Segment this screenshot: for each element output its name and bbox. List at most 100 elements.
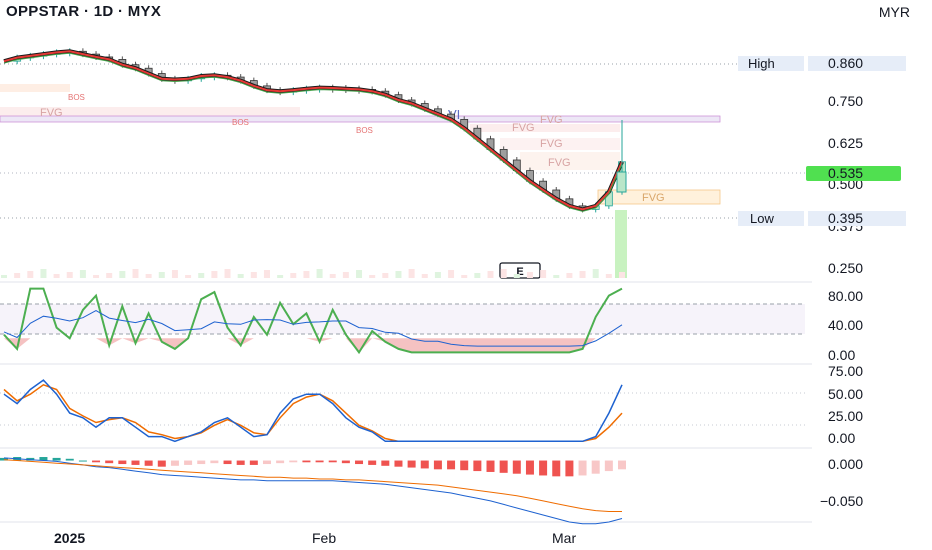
fvg-label: FVG — [40, 107, 63, 119]
volume-bar — [329, 274, 336, 278]
low-label: Low — [750, 211, 774, 226]
volume-bar — [369, 275, 376, 278]
macd-histogram-bar — [236, 460, 245, 465]
volume-bar — [303, 271, 310, 278]
macd-histogram-bar — [170, 460, 179, 466]
bos-label: BOS — [232, 118, 249, 127]
high-label: High — [748, 56, 775, 71]
volume-bar — [93, 275, 100, 278]
macd-histogram-bar — [578, 460, 587, 476]
macd-tick: 0.000 — [828, 456, 863, 472]
macd-histogram-bar — [447, 460, 456, 470]
candle-body — [616, 171, 627, 193]
volume-bar — [316, 269, 323, 278]
volume-bar — [40, 269, 47, 278]
last-price-value: 0.535 — [828, 165, 863, 181]
volume-bar — [619, 272, 625, 278]
volume-bar — [132, 269, 139, 278]
stoch-tick: 25.00 — [828, 408, 863, 424]
x-label-mar: Mar — [552, 530, 576, 546]
volume-bar — [382, 273, 389, 278]
low-value: 0.395 — [828, 210, 863, 226]
volume-bar — [605, 274, 612, 278]
fvg-label: FVG — [548, 157, 571, 169]
volume-bar — [158, 272, 165, 278]
osc-tick: 40.00 — [828, 317, 863, 333]
macd-histogram-bar — [302, 460, 311, 463]
macd-histogram-bar — [92, 460, 101, 463]
stoch-tick: 75.00 — [828, 363, 863, 379]
volume-bar — [487, 271, 494, 278]
volume-bar — [224, 269, 231, 278]
macd-histogram-bar — [118, 460, 127, 465]
fvg-label: FVG — [540, 138, 563, 150]
volume-bar — [513, 274, 520, 278]
bos-label: BOS — [68, 93, 85, 102]
macd-tick: −0.050 — [820, 493, 863, 509]
macd-histogram-bar — [52, 457, 61, 461]
volume-bar — [211, 271, 218, 278]
macd-histogram-bar — [525, 460, 534, 475]
volume-bar — [237, 274, 244, 278]
volume-bar — [526, 272, 533, 278]
volume-bar — [106, 273, 113, 278]
macd-histogram-bar — [486, 460, 495, 472]
volume-bar — [592, 269, 599, 278]
fvg-zone — [0, 84, 70, 92]
volume-bar — [290, 273, 297, 278]
price-tick: 0.625 — [828, 135, 863, 151]
stochastic-axis[interactable]: 75.00 50.00 25.00 0.00 — [828, 363, 863, 446]
volume-bar — [277, 275, 284, 278]
macd-histogram-bar — [184, 460, 193, 465]
macd-histogram-bar — [276, 460, 285, 464]
macd-histogram-bar — [144, 460, 153, 466]
macd-histogram-bar — [315, 460, 324, 463]
stoch-k-line — [3, 379, 623, 443]
volume-bar — [579, 271, 586, 278]
volume-bar — [66, 272, 73, 278]
earnings-volume-bar — [615, 210, 627, 278]
fvg-label: FVG — [540, 114, 563, 126]
volume-bar — [566, 273, 573, 278]
macd-histogram-bar — [539, 460, 548, 476]
oscillator-axis[interactable]: 80.00 40.00 0.00 — [828, 288, 863, 363]
vi-zone — [0, 115, 721, 123]
volume-bar — [421, 274, 428, 278]
x-label-2025: 2025 — [54, 530, 85, 546]
volume-bar — [185, 275, 192, 278]
volume-bar — [14, 273, 21, 278]
macd-histogram-bar — [499, 460, 508, 473]
macd-histogram-bar — [591, 460, 600, 474]
x-label-feb: Feb — [312, 530, 336, 546]
chart-canvas[interactable]: FVG BOS BOS BOS VI FVG FVG FVG FVG FVG E… — [0, 0, 932, 550]
macd-histogram-bar — [262, 460, 271, 465]
price-axis[interactable]: 0.750 0.625 0.500 0.375 0.250 — [828, 93, 863, 276]
volume-bar — [79, 270, 86, 278]
volume-bar — [474, 273, 481, 278]
macd-histogram-bar — [460, 460, 469, 471]
volume-bar — [553, 275, 560, 278]
macd-histogram-bar — [78, 460, 87, 462]
volume-bar — [342, 272, 349, 278]
volume-bar — [1, 275, 7, 278]
macd-histogram-bar — [249, 460, 258, 465]
volume-bar — [27, 271, 34, 278]
bos-label: BOS — [356, 126, 373, 135]
fvg-label: FVG — [642, 192, 665, 204]
macd-histogram-bar — [565, 460, 574, 477]
osc-tick: 0.00 — [828, 347, 855, 363]
volume-bar — [408, 269, 415, 278]
macd-histogram-bar — [618, 460, 626, 470]
volume-bar — [448, 270, 455, 278]
volume-bar — [434, 272, 441, 278]
fvg-label: FVG — [512, 122, 535, 134]
volume-bar — [119, 271, 126, 278]
volume-bar — [500, 269, 507, 278]
macd-histogram-bar — [131, 460, 140, 465]
volume-bar — [250, 272, 257, 278]
volume-bar — [461, 275, 468, 278]
macd-axis[interactable]: 0.000 −0.050 — [820, 456, 863, 509]
macd-histogram-bar — [157, 460, 166, 467]
macd-histogram-bar — [223, 460, 232, 465]
macd-histogram-bar — [328, 460, 337, 463]
